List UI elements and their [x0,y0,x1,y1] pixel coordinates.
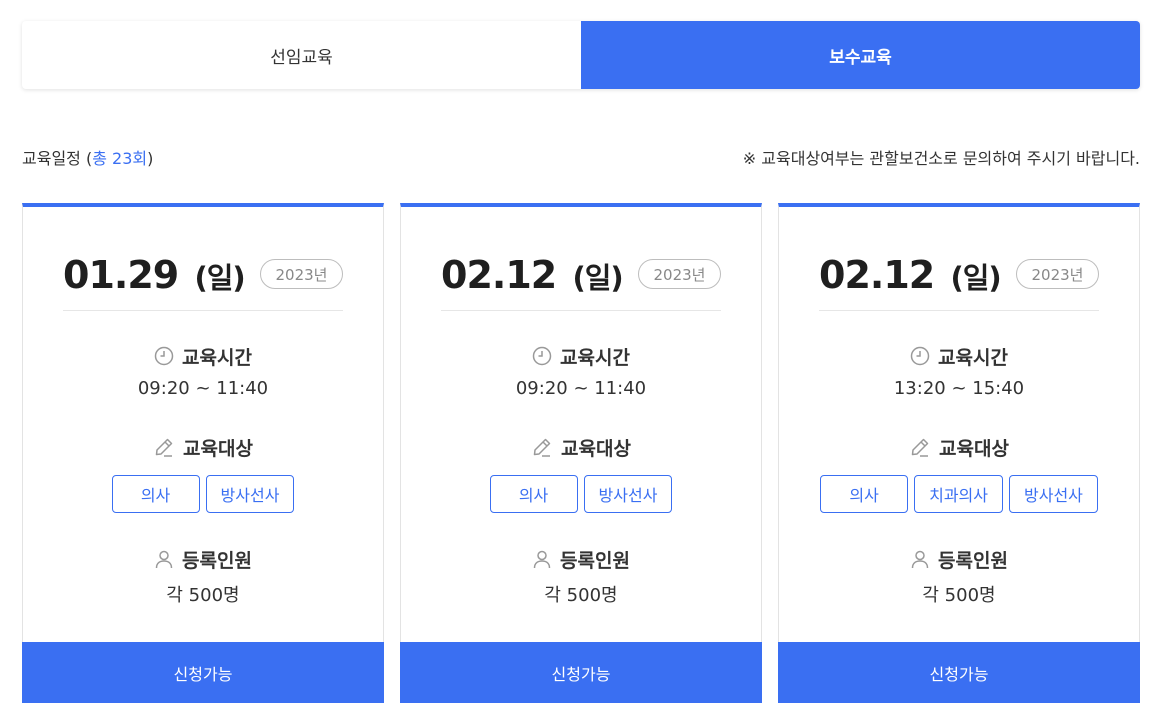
time-section: 교육시간 13:20 ~ 15:40 [779,342,1139,400]
target-label: 교육대상 [939,437,1009,460]
target-title: 교육대상 [401,433,761,461]
registration-value: 각 500명 [166,585,240,606]
day-of-week: (일) [572,261,623,295]
target-chip-list: 의사 방사선사 [23,475,383,513]
apply-button[interactable]: 신청가능 [22,642,384,703]
registration-section: 등록인원 각 500명 [23,545,383,607]
registration-label: 등록인원 [560,549,630,572]
clock-icon [154,346,174,366]
registration-section: 등록인원 각 500명 [779,545,1139,607]
target-chip[interactable]: 의사 [820,475,909,513]
card-header: 02.12 (일) 2023년 [819,247,1099,311]
day-of-week: (일) [194,261,245,295]
target-label: 교육대상 [561,437,631,460]
time-label: 교육시간 [938,346,1008,369]
schedule-card-list: 01.29 (일) 2023년 교육시간 09:20 ~ 11:40 교육대상 … [22,203,1140,703]
target-chip-list: 의사 치과의사 방사선사 [779,475,1139,513]
time-title: 교육시간 [23,342,383,370]
target-section: 교육대상 의사 치과의사 방사선사 [779,433,1139,513]
registration-label: 등록인원 [182,549,252,572]
date-text: 01.29 [63,253,179,297]
registration-title: 등록인원 [779,545,1139,573]
tab-initial-education[interactable]: 선임교육 [22,21,581,89]
time-label: 교육시간 [182,346,252,369]
time-value: 09:20 ~ 11:40 [515,378,647,399]
target-chip[interactable]: 방사선사 [1009,475,1098,513]
target-chip[interactable]: 치과의사 [914,475,1003,513]
schedule-label-prefix: 교육일정 ( [22,149,93,168]
clock-icon [532,346,552,366]
target-section: 교육대상 의사 방사선사 [401,433,761,513]
target-title: 교육대상 [23,433,383,461]
card-header: 01.29 (일) 2023년 [63,247,343,311]
clock-icon [910,346,930,366]
registration-label: 등록인원 [938,549,1008,572]
time-section: 교육시간 09:20 ~ 11:40 [23,342,383,400]
target-label: 교육대상 [183,437,253,460]
time-value: 13:20 ~ 15:40 [893,378,1025,399]
time-section: 교육시간 09:20 ~ 11:40 [401,342,761,400]
schedule-label-suffix: ) [147,149,154,168]
target-section: 교육대상 의사 방사선사 [23,433,383,513]
date-text: 02.12 [441,253,557,297]
session-date: 02.12 (일) [441,247,624,306]
person-icon [532,549,552,569]
schedule-card: 01.29 (일) 2023년 교육시간 09:20 ~ 11:40 교육대상 … [22,203,384,703]
target-chip[interactable]: 방사선사 [583,475,673,513]
schedule-card: 02.12 (일) 2023년 교육시간 13:20 ~ 15:40 교육대상 … [778,203,1140,703]
registration-title: 등록인원 [23,545,383,573]
education-tabs: 선임교육 보수교육 [22,21,1140,89]
registration-value: 각 500명 [544,585,618,606]
time-label: 교육시간 [560,346,630,369]
target-title: 교육대상 [779,433,1139,461]
target-chip[interactable]: 의사 [489,475,578,513]
registration-title: 등록인원 [401,545,761,573]
registration-value: 각 500명 [922,585,996,606]
session-date: 02.12 (일) [819,247,1002,306]
year-badge: 2023년 [260,259,343,289]
day-of-week: (일) [950,261,1001,295]
target-chip-list: 의사 방사선사 [401,475,761,513]
date-text: 02.12 [819,253,935,297]
time-value: 09:20 ~ 11:40 [137,378,269,399]
inquiry-notice: ※ 교육대상여부는 관할보건소로 문의하여 주시기 바랍니다. [742,149,1140,168]
pencil-icon [909,436,931,458]
year-badge: 2023년 [638,259,721,289]
registration-section: 등록인원 각 500명 [401,545,761,607]
person-icon [154,549,174,569]
card-header: 02.12 (일) 2023년 [441,247,721,311]
time-title: 교육시간 [401,342,761,370]
schedule-card: 02.12 (일) 2023년 교육시간 09:20 ~ 11:40 교육대상 … [400,203,762,703]
tab-refresher-education[interactable]: 보수교육 [581,21,1140,89]
year-badge: 2023년 [1016,259,1099,289]
pencil-icon [531,436,553,458]
apply-button[interactable]: 신청가능 [400,642,762,703]
person-icon [910,549,930,569]
target-chip[interactable]: 의사 [111,475,200,513]
session-date: 01.29 (일) [63,247,246,306]
target-chip[interactable]: 방사선사 [205,475,295,513]
schedule-info-row: 교육일정 (총 23회) ※ 교육대상여부는 관할보건소로 문의하여 주시기 바… [22,144,1140,170]
apply-button[interactable]: 신청가능 [778,642,1140,703]
pencil-icon [153,436,175,458]
schedule-total-count: 총 23회 [92,149,148,168]
time-title: 교육시간 [779,342,1139,370]
schedule-count-label: 교육일정 (총 23회) [22,145,153,169]
